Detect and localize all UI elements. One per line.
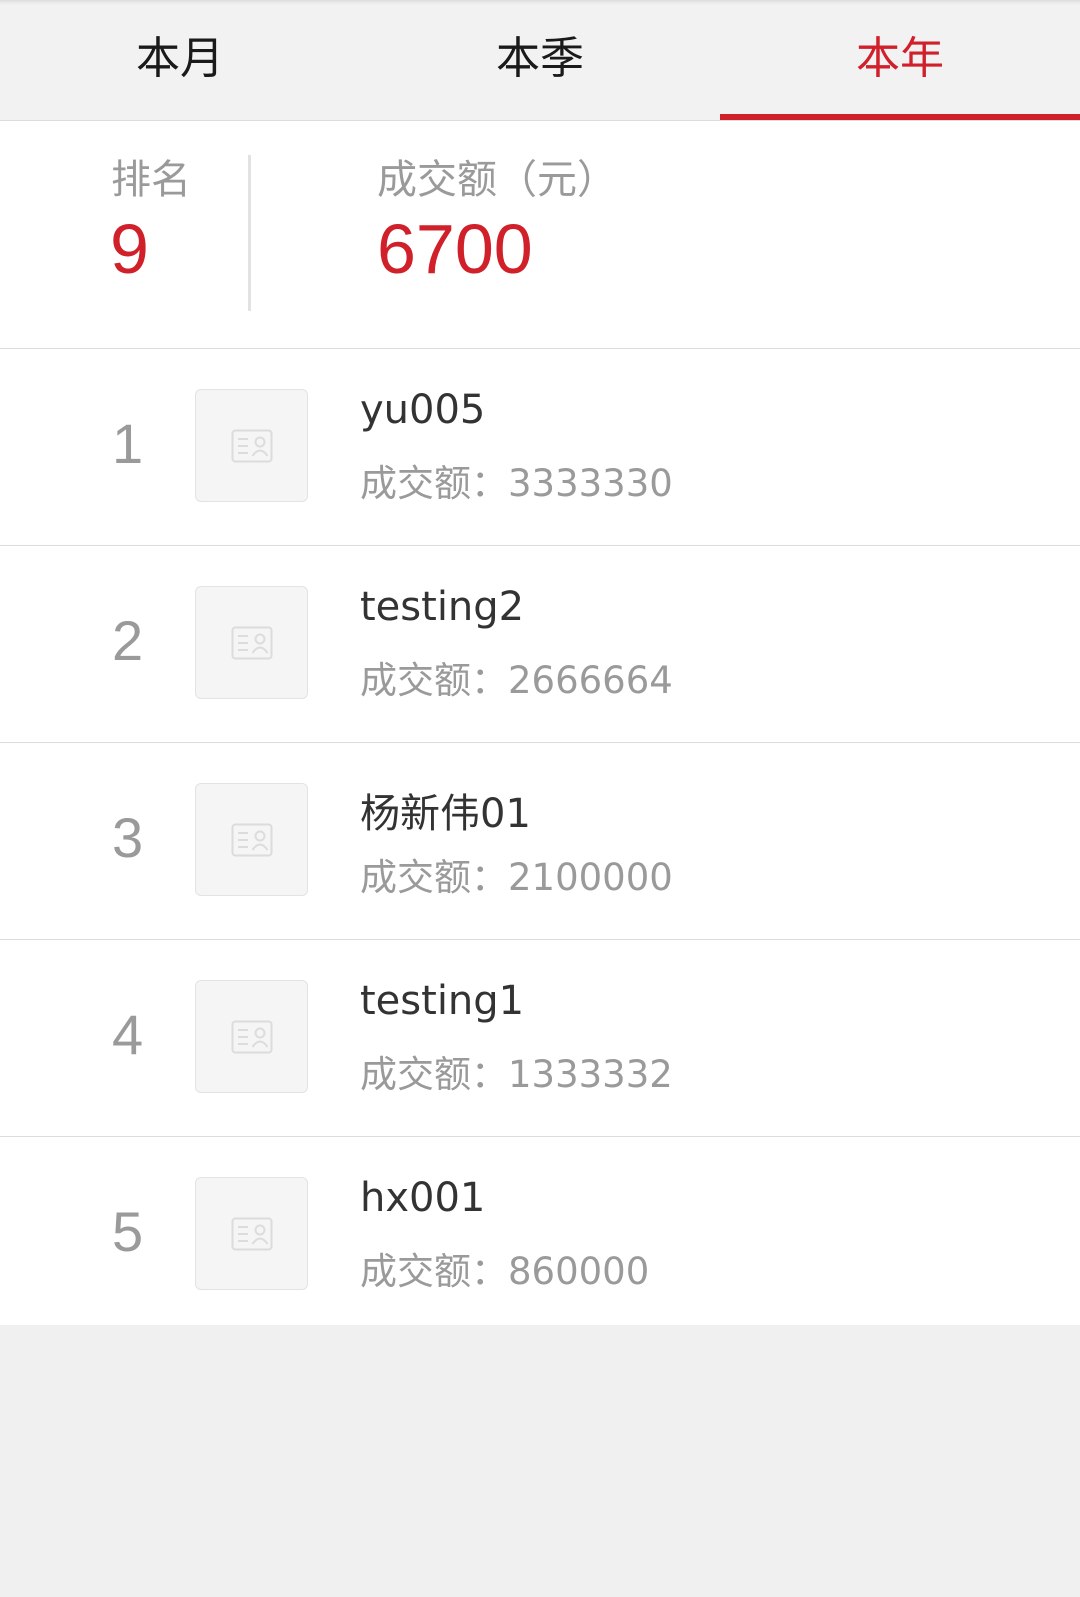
tab-year[interactable]: 本年 xyxy=(720,0,1080,120)
row-rank: 1 xyxy=(112,412,144,475)
row-amount: 成交额：2666664 xyxy=(360,659,673,702)
id-card-icon xyxy=(231,1020,272,1053)
leaderboard-row[interactable]: 4 testing1 成交额：1333332 xyxy=(0,940,1080,1137)
summary-divider xyxy=(248,155,251,311)
id-card-icon xyxy=(231,823,272,856)
period-tabs: 本月 本季 本年 xyxy=(0,0,1080,121)
my-summary-card: 排名 9 成交额（元） 6700 xyxy=(0,121,1080,349)
row-name: hx001 xyxy=(360,1175,486,1221)
avatar-placeholder xyxy=(195,980,308,1093)
row-name: yu005 xyxy=(360,387,486,433)
row-amount: 成交额：2100000 xyxy=(360,856,673,899)
rank-value: 9 xyxy=(110,210,149,288)
id-card-icon xyxy=(231,429,272,462)
row-amount: 成交额：860000 xyxy=(360,1250,650,1293)
amount-value: 6700 xyxy=(377,210,533,288)
leaderboard-list: 1 yu005 成交额：3333330 2 testing2 成交额：26666… xyxy=(0,349,1080,1325)
row-rank: 4 xyxy=(112,1003,144,1066)
avatar-placeholder xyxy=(195,586,308,699)
leaderboard-row[interactable]: 1 yu005 成交额：3333330 xyxy=(0,349,1080,546)
row-amount: 成交额：3333330 xyxy=(360,462,673,505)
avatar-placeholder xyxy=(195,1177,308,1290)
id-card-icon xyxy=(231,1217,272,1250)
leaderboard-row[interactable]: 2 testing2 成交额：2666664 xyxy=(0,546,1080,743)
amount-label: 成交额（元） xyxy=(377,157,617,203)
row-amount: 成交额：1333332 xyxy=(360,1053,673,1096)
row-name: testing1 xyxy=(360,978,525,1024)
row-rank: 2 xyxy=(112,609,144,672)
avatar-placeholder xyxy=(195,389,308,502)
leaderboard-row[interactable]: 3 杨新伟01 成交额：2100000 xyxy=(0,743,1080,940)
rank-label: 排名 xyxy=(111,157,191,203)
avatar-placeholder xyxy=(195,783,308,896)
id-card-icon xyxy=(231,626,272,659)
leaderboard-row[interactable]: 5 hx001 成交额：860000 xyxy=(0,1137,1080,1325)
tab-quarter[interactable]: 本季 xyxy=(360,0,720,120)
row-rank: 5 xyxy=(112,1200,144,1263)
tab-month[interactable]: 本月 xyxy=(0,0,360,120)
row-name: 杨新伟01 xyxy=(360,791,531,837)
row-rank: 3 xyxy=(112,806,144,869)
row-name: testing2 xyxy=(360,584,525,630)
